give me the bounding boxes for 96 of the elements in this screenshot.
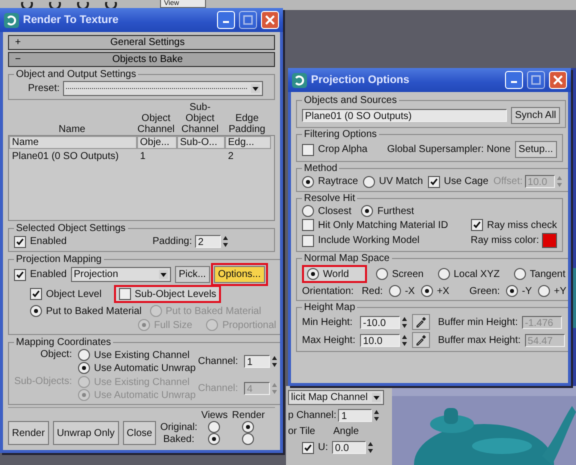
column-heading: Render [232,410,265,421]
radio-label: World [323,268,349,280]
field-label: Buffer max Height: [438,334,521,346]
column-header[interactable]: Sub-O... [177,136,225,149]
dialog-button[interactable]: Unwrap Only [52,421,119,445]
radio-label: Use Automatic Unwrap [94,390,196,400]
number-field[interactable]: 1 [338,409,372,422]
projection-dropdown[interactable]: Projection [70,267,171,282]
checkbox-label: Ray miss check [486,220,557,230]
column-header[interactable]: Name [9,136,137,149]
radio-label: Put to Baked Material [166,306,262,316]
radio-label: -X [404,286,415,296]
setup-button[interactable]: Setup... [514,141,557,158]
field-label: p Channel: [288,410,336,421]
rollout-header[interactable]: + General Settings [8,35,275,50]
table-cell-text: 1 [139,151,147,162]
column-header[interactable]: Edg... [225,136,271,149]
field-label: Channel: [198,356,238,367]
dialog-button[interactable]: Render [8,421,49,445]
radio-label: Put to Baked Material [46,306,142,316]
field-label: Preset: [28,83,60,94]
object-field[interactable]: Plane01 (0 SO Outputs) [302,109,507,122]
checkbox-label: Sub-Object Levels [134,288,216,300]
field-label: or Tile [288,426,316,437]
number-field[interactable]: 0.0 [332,441,366,454]
checkbox-label: Include Working Model [318,235,420,246]
field-label: Red: [362,286,383,296]
field-label: Max Height: [302,334,356,346]
column-heading: Object Channel [136,113,176,135]
map-channel-dropdown[interactable]: licit Map Channel [288,390,384,405]
window-title: Render To Texture [23,14,120,26]
field-label: U: [318,442,328,453]
radio-label: Screen [392,268,424,280]
column-header[interactable]: Obje... [137,136,177,149]
number-field[interactable]: 2 [195,235,221,248]
supersampler-label: Global Supersampler: None [387,144,511,155]
rollout-header[interactable]: − Objects to Bake [8,52,275,67]
pick-button[interactable]: Pick... [174,266,210,283]
checkbox-label: Hit Only Matching Material ID [318,220,448,230]
group-title: Object and Output Settings [15,69,138,80]
table-cell-text: 2 [227,151,235,162]
radio-label: Raytrace [318,176,358,187]
number-field[interactable]: -10.0 [360,316,400,328]
field-label: Buffer min Height: [438,316,518,328]
window-title: Projection Options [311,74,410,86]
checkbox-label: Use Cage [444,176,488,187]
synch-all-button[interactable]: Synch All [511,107,560,124]
radio-label: Full Size [154,320,192,330]
column-heading: Name [58,124,86,135]
field-label: Original: [160,422,198,432]
radio-label: Use Automatic Unwrap [94,362,196,374]
radio-label: Proportional [222,320,276,330]
field-label: Padding: [152,236,192,247]
radio-label: Local XYZ [454,268,500,280]
group-title: Selected Object Settings [15,223,127,234]
group-title: Filtering Options [303,129,378,140]
radio-label: UV Match [379,176,423,187]
group-title: Objects and Sources [303,95,398,106]
column-heading: Sub-Object Channel [180,102,220,135]
field-label: Angle [333,426,359,437]
group-title: Method [303,163,338,174]
group-title: Mapping Coordinates [15,337,112,348]
field-label: Sub-Objects: [14,376,72,387]
field-label: Baked: [163,434,194,444]
checkbox-label: Enabled [30,269,67,280]
group-title: Resolve Hit [303,193,356,204]
group-title: Projection Mapping [15,254,103,265]
radio-label: Closest [318,206,352,216]
table-cell-text: Plane01 (0 SO Outputs) [11,151,120,162]
radio-label: Furthest [377,206,414,216]
radio-label: Tangent [530,268,566,280]
field-label: Offset: [493,176,523,187]
radio-label: +Y [554,286,566,296]
number-field[interactable]: 10.0 [360,334,400,346]
group-title: Normal Map Space [303,253,391,264]
field-label: Object: [39,349,72,360]
radio-label: +X [436,286,450,296]
readout-field: 54.47 [524,334,565,346]
readout-field: -1.476 [522,316,562,328]
group-title: Height Map [303,302,356,313]
number-field[interactable]: 1 [244,355,270,368]
checkbox-label: Enabled [30,236,67,247]
field-label: Orientation: [302,286,354,296]
checkbox-label: Crop Alpha [318,144,368,155]
field-label: Ray miss color: [470,235,539,246]
column-heading: Views [201,410,228,421]
options-button[interactable]: Options... [214,266,265,283]
field-label: Min Height: [302,316,354,328]
radio-label: Use Existing Channel [94,350,190,360]
column-heading: Edge Padding [228,113,266,135]
field-label: Green: [469,286,500,296]
checkbox-label: Object Level [46,288,102,300]
field-label: Channel: [198,383,238,394]
radio-label: Use Existing Channel [94,376,190,388]
radio-label: -Y [522,286,532,296]
dialog-button[interactable]: Close [122,421,156,445]
